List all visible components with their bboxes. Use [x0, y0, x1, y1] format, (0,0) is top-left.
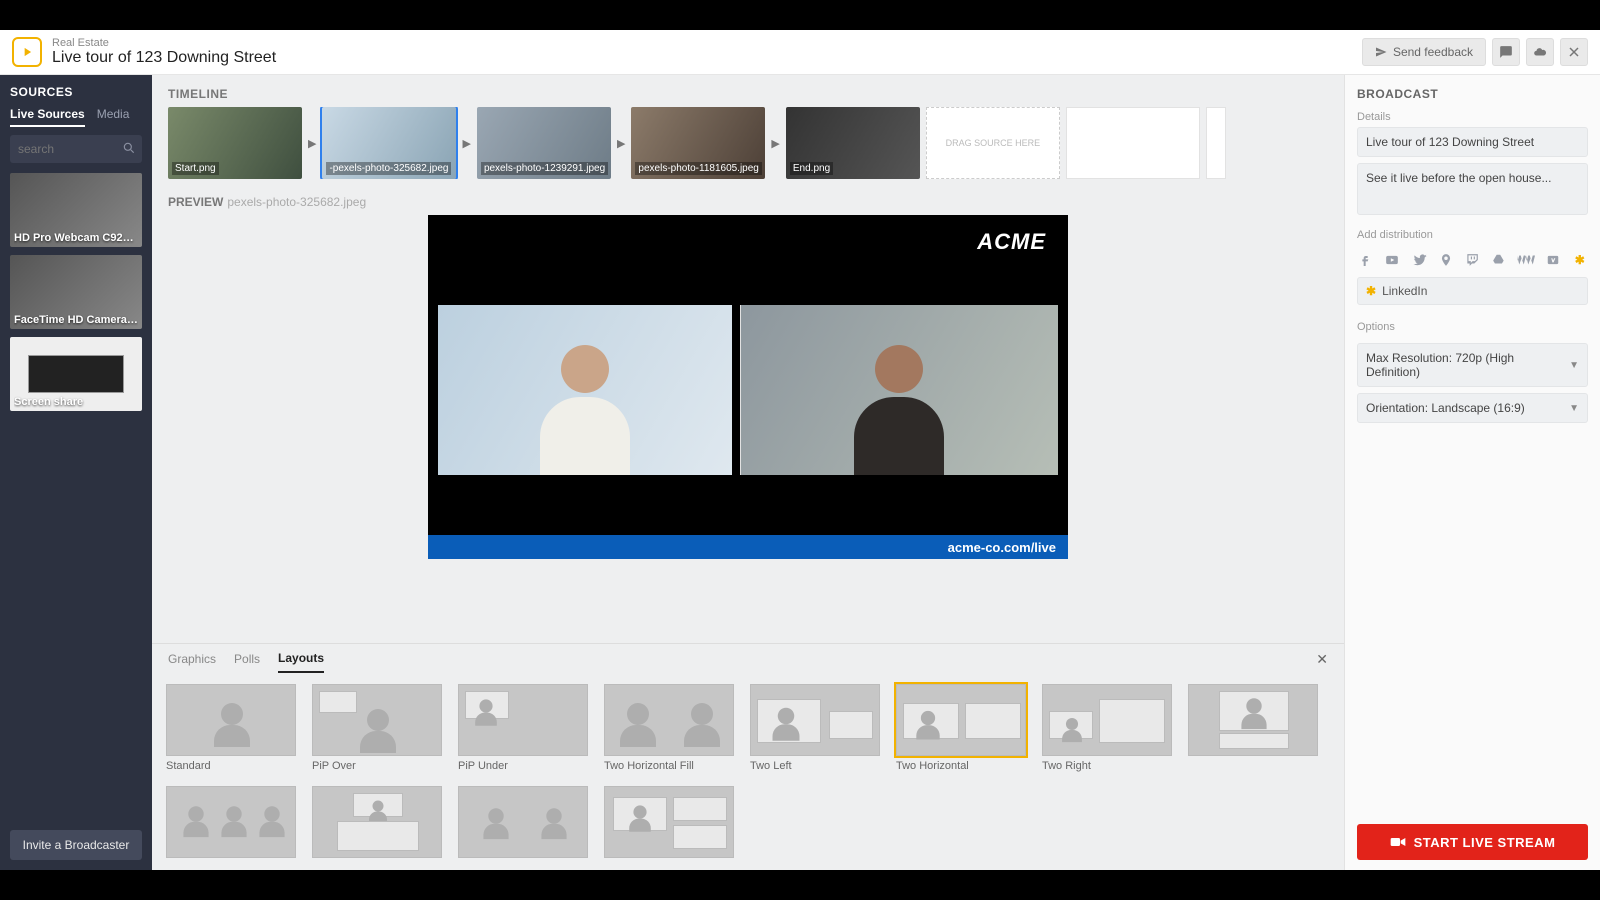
layout-label: Standard	[166, 760, 296, 772]
layout-option[interactable]	[1188, 684, 1318, 756]
timeline-item[interactable]: -pexels-photo-325682.jpeg	[322, 107, 456, 179]
spark-icon: ✱	[1366, 284, 1376, 298]
cloud-icon	[1533, 45, 1547, 59]
source-webcam-c920[interactable]: HD Pro Webcam C920…	[10, 173, 142, 247]
chevron-down-icon: ▼	[1569, 360, 1579, 371]
layout-two-right[interactable]	[1042, 684, 1172, 756]
options-label: Options	[1357, 321, 1588, 333]
broadcast-description-input[interactable]	[1357, 163, 1588, 215]
project-category: Real Estate	[52, 37, 276, 49]
invite-broadcaster-button[interactable]: Invite a Broadcaster	[10, 830, 142, 860]
sources-title: SOURCES	[10, 85, 142, 99]
layout-option[interactable]	[166, 786, 296, 858]
layout-two-horizontal[interactable]	[896, 684, 1026, 756]
source-facetime[interactable]: FaceTime HD Camera …	[10, 255, 142, 329]
start-live-stream-button[interactable]: START LIVE STREAM	[1357, 824, 1588, 860]
search-icon	[122, 141, 136, 160]
timeline-item[interactable]: pexels-photo-1181605.jpeg	[631, 107, 765, 179]
timeline-title: TIMELINE	[168, 87, 1328, 101]
layout-label: Two Left	[750, 760, 880, 772]
layouts-panel: Graphics Polls Layouts ✕ Standard PiP Ov…	[152, 643, 1344, 870]
project-title: Live tour of 123 Downing Street	[52, 49, 276, 67]
timeline-drop-slot[interactable]	[1206, 107, 1226, 179]
wowza-icon[interactable]	[1517, 251, 1535, 269]
paper-plane-icon	[1375, 46, 1387, 58]
layout-option[interactable]	[458, 786, 588, 858]
broadcast-name-input[interactable]	[1357, 127, 1588, 157]
facebook-icon[interactable]	[1357, 251, 1373, 269]
broadcast-panel: BROADCAST Details Add distribution ✱ ✱Li…	[1344, 75, 1600, 870]
layout-option[interactable]	[312, 786, 442, 858]
chat-button[interactable]	[1492, 38, 1520, 66]
panel-close-button[interactable]: ✕	[1316, 651, 1328, 668]
tab-media[interactable]: Media	[97, 107, 130, 127]
brand-overlay: ACME	[977, 229, 1046, 255]
sources-panel: SOURCES Live Sources Media HD Pro Webcam…	[0, 75, 152, 870]
drive-icon[interactable]	[1491, 251, 1507, 269]
source-screen-share[interactable]: Screen share	[10, 337, 142, 411]
chevron-down-icon: ▼	[1569, 403, 1579, 414]
tab-graphics[interactable]: Graphics	[168, 646, 216, 672]
resolution-select[interactable]: Max Resolution: 720p (High Definition)▼	[1357, 343, 1588, 387]
twitch-icon[interactable]	[1464, 251, 1480, 269]
periscope-icon[interactable]	[1438, 251, 1454, 269]
close-button[interactable]	[1560, 38, 1588, 66]
twitter-icon[interactable]	[1411, 251, 1427, 269]
preview-title: PREVIEWpexels-photo-325682.jpeg	[168, 195, 1328, 209]
layout-standard[interactable]	[166, 684, 296, 756]
layout-label: Two Horizontal	[896, 760, 1026, 772]
preview-pane-right	[740, 305, 1059, 475]
app-logo	[12, 37, 42, 67]
timeline-drop-slot[interactable]	[1066, 107, 1200, 179]
camera-icon	[1390, 836, 1406, 848]
distribution-chip-linkedin[interactable]: ✱LinkedIn	[1357, 277, 1588, 305]
chat-icon	[1499, 45, 1513, 59]
close-icon	[1568, 46, 1580, 58]
details-label: Details	[1357, 111, 1588, 123]
distribution-label: Add distribution	[1357, 229, 1588, 241]
timeline-drop-slot[interactable]: DRAG SOURCE HERE	[926, 107, 1060, 179]
layout-label: Two Horizontal Fill	[604, 760, 734, 772]
layout-pip-under[interactable]	[458, 684, 588, 756]
chevron-right-icon: ▶	[617, 137, 625, 150]
chevron-right-icon: ▶	[462, 137, 470, 150]
timeline-item[interactable]: Start.png	[168, 107, 302, 179]
custom-icon[interactable]: ✱	[1572, 251, 1588, 269]
cloud-button[interactable]	[1526, 38, 1554, 66]
tab-layouts[interactable]: Layouts	[278, 645, 324, 673]
lower-third: acme-co.com/live	[428, 535, 1068, 559]
chevron-right-icon: ▶	[308, 137, 316, 150]
app-header: Real Estate Live tour of 123 Downing Str…	[0, 30, 1600, 75]
chevron-right-icon: ▶	[771, 137, 779, 150]
layout-label: Two Right	[1042, 760, 1172, 772]
layout-pip-over[interactable]	[312, 684, 442, 756]
timeline-item[interactable]: End.png	[786, 107, 920, 179]
layout-option[interactable]	[604, 786, 734, 858]
send-feedback-button[interactable]: Send feedback	[1362, 38, 1486, 66]
tab-live-sources[interactable]: Live Sources	[10, 107, 85, 127]
orientation-select[interactable]: Orientation: Landscape (16:9)▼	[1357, 393, 1588, 423]
vimeo-icon[interactable]	[1545, 251, 1561, 269]
tab-polls[interactable]: Polls	[234, 646, 260, 672]
layout-two-horizontal-fill[interactable]	[604, 684, 734, 756]
layout-two-left[interactable]	[750, 684, 880, 756]
broadcast-title: BROADCAST	[1357, 87, 1588, 101]
layout-label: PiP Over	[312, 760, 442, 772]
preview-stage: ACME acme-co.com/live	[428, 215, 1068, 559]
preview-pane-left	[438, 305, 732, 475]
timeline-item[interactable]: pexels-photo-1239291.jpeg	[477, 107, 611, 179]
youtube-icon[interactable]	[1383, 251, 1401, 269]
timeline: Start.png ▶ -pexels-photo-325682.jpeg ▶ …	[168, 107, 1328, 179]
layout-label: PiP Under	[458, 760, 588, 772]
